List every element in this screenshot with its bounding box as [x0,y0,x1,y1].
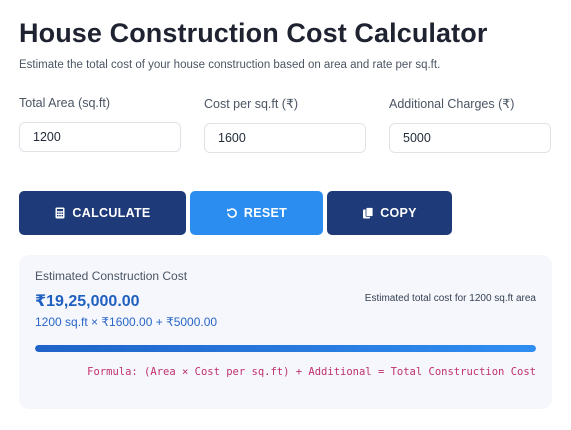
cost-per-sqft-field: Cost per sq.ft (₹) 1600 [204,96,366,153]
reset-button-label: RESET [243,206,288,220]
result-card: Estimated Construction Cost ₹19,25,000.0… [19,255,552,409]
progress-fill [35,345,536,352]
cost-per-sqft-input[interactable]: 1600 [204,123,366,153]
additional-charges-input[interactable]: 5000 [389,123,551,153]
result-total: ₹19,25,000.00 [35,293,140,310]
reset-icon [226,207,238,219]
progress-bar [35,345,536,352]
calculator-icon [54,207,66,219]
copy-icon [362,207,374,219]
calculate-button-label: CALCULATE [72,206,151,220]
page-subtitle: Estimate the total cost of your house co… [19,59,441,71]
total-area-label: Total Area (sq.ft) [19,96,111,110]
calculate-button[interactable]: CALCULATE [19,191,186,235]
result-breakdown: 1200 sq.ft × ₹1600.00 + ₹5000.00 [35,315,218,329]
total-area-field: Total Area (sq.ft) 1200 [19,96,181,152]
result-label: Estimated Construction Cost [35,269,188,283]
copy-button-label: COPY [380,206,417,220]
total-area-input[interactable]: 1200 [19,122,181,152]
additional-charges-label: Additional Charges (₹) [389,97,515,111]
additional-charges-field: Additional Charges (₹) 5000 [389,96,551,153]
cost-per-sqft-label: Cost per sq.ft (₹) [204,97,299,111]
result-note: Estimated total cost for 1200 sq.ft area [364,293,536,304]
formula-text: Formula: (Area × Cost per sq.ft) + Addit… [87,366,536,378]
page-title: House Construction Cost Calculator [19,18,488,48]
copy-button[interactable]: COPY [327,191,452,235]
reset-button[interactable]: RESET [190,191,323,235]
